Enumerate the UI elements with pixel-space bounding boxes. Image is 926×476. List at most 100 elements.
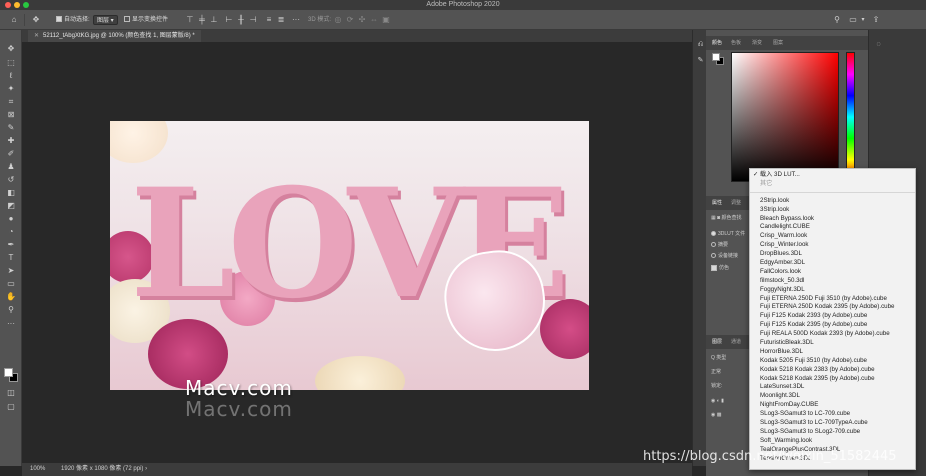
workspace-icon[interactable]: ▭ xyxy=(848,14,858,26)
pen-tool-icon[interactable]: ✒ xyxy=(4,240,18,250)
tab-channels[interactable]: 通道 xyxy=(731,338,741,345)
menu-item-load-3d-lut[interactable]: ✓ 载入 3D LUT... xyxy=(750,171,915,180)
history-brush-tool-icon[interactable]: ↺ xyxy=(4,175,18,185)
menu-item-lut[interactable]: FallColors.look xyxy=(750,268,915,277)
eraser-tool-icon[interactable]: ◧ xyxy=(4,188,18,198)
menu-item-lut[interactable]: 2Strip.look xyxy=(750,197,915,206)
zoom-level[interactable]: 100% xyxy=(30,466,45,472)
brush-tool-icon[interactable]: ✐ xyxy=(4,149,18,159)
tab-properties[interactable]: 属性 xyxy=(712,199,722,206)
workspace-dropdown-icon[interactable]: ▾ xyxy=(858,14,868,26)
visibility-eye-icon[interactable]: ◉ xyxy=(711,398,715,404)
menu-item-lut[interactable]: Fuji ETERNA 250D Kodak 2395 (by Adobe).c… xyxy=(750,303,915,312)
lut-file-option[interactable]: 3DLUT 文件 xyxy=(711,230,745,237)
document-tab[interactable]: ✕ 52112_tAbgXtKG.jpg @ 100% (颜色查找 1, 图层蒙版… xyxy=(28,30,201,42)
align-left-icon[interactable]: ⊢ xyxy=(224,14,234,26)
quick-mask-icon[interactable]: ◫ xyxy=(4,388,18,398)
foreground-color-swatch[interactable] xyxy=(4,368,13,377)
slide-3d-icon[interactable]: ⇔ xyxy=(369,14,379,26)
tab-patterns[interactable]: 图案 xyxy=(773,39,783,46)
menu-item-lut[interactable]: LateSunset.3DL xyxy=(750,383,915,392)
pan-3d-icon[interactable]: ✣ xyxy=(357,14,367,26)
close-tab-icon[interactable]: ✕ xyxy=(34,33,39,39)
zoom-tool-icon[interactable]: ⚲ xyxy=(4,305,18,315)
menu-item-lut[interactable]: SLog3-SGamut3 to LC-709TypeA.cube xyxy=(750,419,915,428)
menu-item-lut[interactable]: HorrorBlue.3DL xyxy=(750,348,915,357)
menu-item-lut[interactable]: filmstock_50.3dl xyxy=(750,277,915,286)
align-bottom-icon[interactable]: ⊥ xyxy=(209,14,219,26)
path-selection-tool-icon[interactable]: ➤ xyxy=(4,266,18,276)
menu-item-lut[interactable]: FoggyNight.3DL xyxy=(750,286,915,295)
align-right-icon[interactable]: ⊣ xyxy=(248,14,258,26)
eyedropper-tool-icon[interactable]: ✎ xyxy=(4,123,18,133)
auto-select-dropdown[interactable]: 图层 ▾ xyxy=(93,15,118,25)
visibility-eye-icon[interactable]: ◉ xyxy=(711,412,715,418)
menu-item-lut[interactable]: NightFromDay.CUBE xyxy=(750,401,915,410)
orbit-3d-icon[interactable]: ◎ xyxy=(333,14,343,26)
menu-item-lut[interactable]: Kodak 5218 Kodak 2395 (by Adobe).cube xyxy=(750,375,915,384)
marquee-tool-icon[interactable]: ⬚ xyxy=(4,58,18,68)
menu-item-lut[interactable]: Bleach Bypass.look xyxy=(750,215,915,224)
menu-item-lut[interactable]: EdgyAmber.3DL xyxy=(750,259,915,268)
menu-item-lut[interactable]: Kodak 5218 Kodak 2383 (by Adobe).cube xyxy=(750,366,915,375)
show-transform-checkbox[interactable]: 显示变换控件 xyxy=(124,14,168,26)
gradient-tool-icon[interactable]: ◩ xyxy=(4,201,18,211)
menu-item-lut[interactable]: SLog3-SGamut3 to LC-709.cube xyxy=(750,410,915,419)
roll-3d-icon[interactable]: ⟳ xyxy=(345,14,355,26)
menu-item-lut[interactable]: Fuji F125 Kodak 2395 (by Adobe).cube xyxy=(750,321,915,330)
search-icon[interactable]: ⚲ xyxy=(832,14,842,26)
device-link-option[interactable]: 设备链接 xyxy=(711,252,738,259)
tab-adjustments[interactable]: 调整 xyxy=(731,199,741,206)
scale-3d-icon[interactable]: ▣ xyxy=(381,14,391,26)
doc-info-arrow-icon[interactable]: › xyxy=(145,466,147,472)
blur-tool-icon[interactable]: ● xyxy=(4,214,18,224)
home-icon[interactable]: ⌂ xyxy=(9,14,19,26)
panel-foreground-swatch[interactable] xyxy=(712,53,720,61)
menu-item-lut[interactable]: Crisp_Winter.look xyxy=(750,241,915,250)
menu-item-lut[interactable]: Fuji REALA 500D Kodak 2393 (by Adobe).cu… xyxy=(750,330,915,339)
move-tool-icon[interactable]: ✥ xyxy=(4,44,18,54)
menu-item-lut[interactable]: 3Strip.look xyxy=(750,206,915,215)
abstract-option[interactable]: 摘要 xyxy=(711,241,728,248)
menu-item-lut[interactable]: DropBlues.3DL xyxy=(750,250,915,259)
menu-item-lut[interactable]: Crisp_Warm.look xyxy=(750,232,915,241)
healing-brush-tool-icon[interactable]: ✚ xyxy=(4,136,18,146)
screen-mode-icon[interactable]: ▢ xyxy=(4,402,18,412)
color-picker-field[interactable] xyxy=(731,52,839,182)
layer-row-background[interactable]: ◉ ▩ xyxy=(711,412,722,418)
distribute-top-icon[interactable]: ≡ xyxy=(264,14,274,26)
tab-swatches[interactable]: 色板 xyxy=(731,39,741,46)
brush-panel-icon[interactable]: ✎ xyxy=(696,56,705,65)
frame-tool-icon[interactable]: ⊠ xyxy=(4,110,18,120)
crop-tool-icon[interactable]: ⌗ xyxy=(4,97,18,107)
menu-item-lut[interactable]: Moonlight.3DL xyxy=(750,392,915,401)
lasso-tool-icon[interactable]: ℓ xyxy=(4,71,18,81)
canvas-area[interactable]: LOVE Macv.com Macv.com xyxy=(22,42,692,463)
tab-color[interactable]: 颜色 xyxy=(712,39,722,46)
history-panel-icon[interactable]: ⎌ xyxy=(696,40,705,49)
dodge-tool-icon[interactable]: ◔ xyxy=(4,227,18,237)
type-tool-icon[interactable]: T xyxy=(4,253,18,263)
document-info[interactable]: 1920 像素 x 1080 像素 (72 ppi) xyxy=(61,466,143,472)
align-top-icon[interactable]: ⊤ xyxy=(185,14,195,26)
menu-item-lut[interactable]: Soft_Warming.look xyxy=(750,437,915,446)
layer-kind-filter[interactable]: Q 类型 xyxy=(711,354,726,361)
menu-item-lut[interactable]: FuturisticBleak.3DL xyxy=(750,339,915,348)
menu-item-lut[interactable]: SLog3-SGamut3 to SLog2-709.cube xyxy=(750,428,915,437)
auto-select-checkbox[interactable]: 自动选择: xyxy=(56,14,90,26)
dither-option[interactable]: 仿色 xyxy=(711,264,729,271)
magic-wand-tool-icon[interactable]: ✦ xyxy=(4,84,18,94)
hue-slider[interactable] xyxy=(846,52,855,182)
rectangle-tool-icon[interactable]: ▭ xyxy=(4,279,18,289)
blend-mode-select[interactable]: 正常 xyxy=(711,368,721,375)
edit-toolbar-icon[interactable]: ··· xyxy=(4,319,18,329)
share-icon[interactable]: ⇪ xyxy=(871,14,881,26)
menu-item-lut[interactable]: Fuji F125 Kodak 2393 (by Adobe).cube xyxy=(750,312,915,321)
document-image[interactable]: LOVE xyxy=(110,121,589,390)
learn-icon[interactable]: ◌ xyxy=(874,40,883,49)
menu-item-lut[interactable]: Fuji ETERNA 250D Fuji 3510 (by Adobe).cu… xyxy=(750,295,915,304)
tab-layers[interactable]: 图层 xyxy=(712,338,722,345)
move-tool-icon[interactable]: ✥ xyxy=(31,14,41,26)
distribute-bottom-icon[interactable]: ≣ xyxy=(276,14,286,26)
lut-dropdown-menu[interactable]: ✓ 载入 3D LUT... 其它 2Strip.look 3Strip.look… xyxy=(749,168,916,470)
